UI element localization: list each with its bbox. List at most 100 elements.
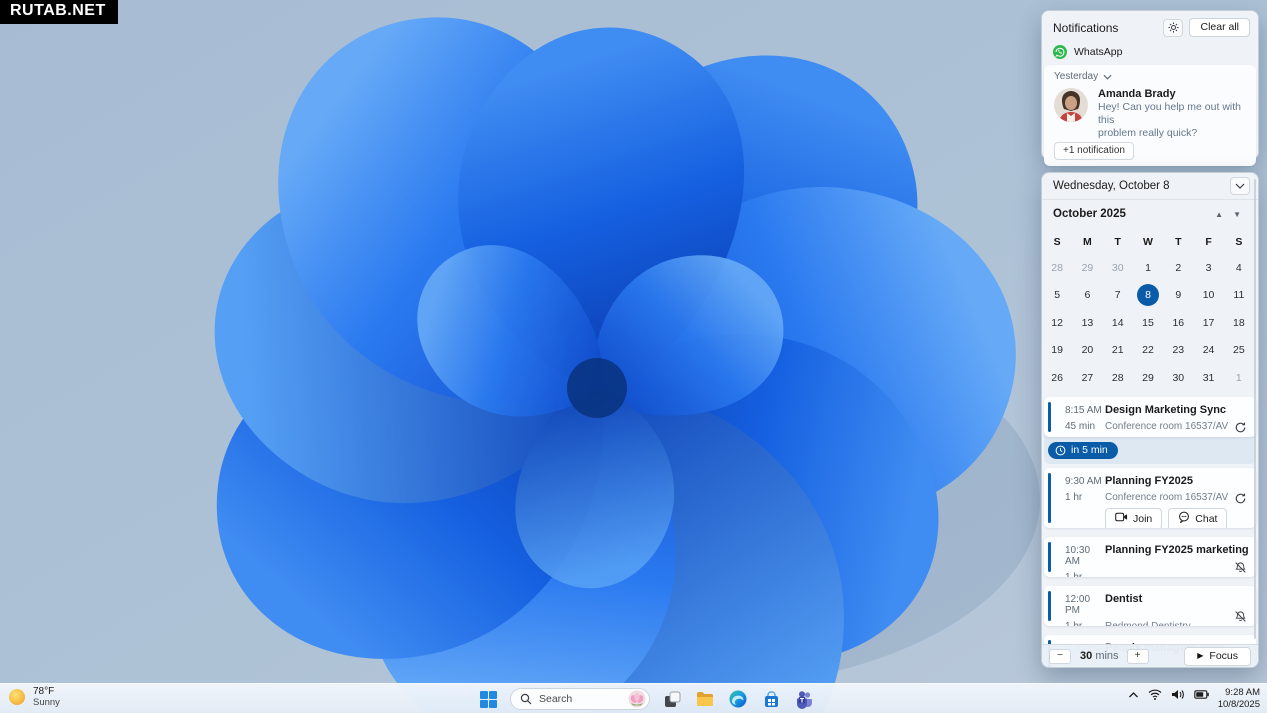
notification-settings-button[interactable] bbox=[1163, 18, 1184, 37]
calendar-day-number: 6 bbox=[1084, 289, 1091, 302]
calendar-day[interactable]: 22 bbox=[1133, 337, 1163, 365]
calendar-day[interactable]: 30 bbox=[1103, 254, 1133, 282]
calendar-date-label: Wednesday, October 8 bbox=[1053, 180, 1170, 192]
calendar-day[interactable]: 4 bbox=[1224, 254, 1254, 282]
calendar-day[interactable]: 2 bbox=[1163, 254, 1193, 282]
calendar-day[interactable]: 6 bbox=[1072, 282, 1102, 310]
calendar-day[interactable]: 26 bbox=[1042, 364, 1072, 392]
calendar-day[interactable]: 11 bbox=[1224, 282, 1254, 310]
event-accent-bar bbox=[1048, 542, 1051, 572]
calendar-day-number: 7 bbox=[1114, 289, 1121, 302]
calendar-day-number: 5 bbox=[1054, 289, 1061, 302]
file-explorer-icon bbox=[697, 692, 713, 706]
notification-settings-icon bbox=[1168, 22, 1179, 33]
start-button[interactable] bbox=[477, 688, 499, 710]
calendar-day[interactable]: 3 bbox=[1193, 254, 1223, 282]
focus-start-button[interactable]: ▶ Focus bbox=[1184, 646, 1251, 666]
store-icon bbox=[764, 690, 778, 707]
calendar-day[interactable]: 19 bbox=[1042, 337, 1072, 365]
weather-temp: 78°F bbox=[33, 686, 55, 697]
calendar-next-month-button[interactable]: ▼ bbox=[1228, 208, 1246, 221]
calendar-day[interactable]: 15 bbox=[1133, 309, 1163, 337]
upcoming-badge[interactable]: in 5 min bbox=[1048, 442, 1118, 459]
calendar-month-row: October 2025 ▲ ▼ bbox=[1042, 200, 1258, 228]
search-icon bbox=[520, 693, 532, 705]
notifications-title: Notifications bbox=[1053, 20, 1119, 35]
calendar-day[interactable]: 21 bbox=[1103, 337, 1133, 365]
calendar-day[interactable]: 20 bbox=[1072, 337, 1102, 365]
calendar-day[interactable]: 27 bbox=[1072, 364, 1102, 392]
calendar-date-header: Wednesday, October 8 bbox=[1042, 173, 1258, 200]
clock-date: 10/8/2025 bbox=[1217, 699, 1260, 710]
calendar-day[interactable]: 14 bbox=[1103, 309, 1133, 337]
event-card[interactable]: 12:00 PM Dentist 1 hrRedmond Dentistry bbox=[1044, 586, 1256, 626]
calendar-day[interactable]: 28 bbox=[1042, 254, 1072, 282]
chevron-down-icon bbox=[1103, 74, 1112, 80]
event-card[interactable]: 8:15 AM Design Marketing Sync 45 min Confer… bbox=[1044, 397, 1256, 437]
calendar-day[interactable]: 23 bbox=[1163, 337, 1193, 365]
event-card[interactable]: 10:30 AM Planning FY2025 marketing 1 hr bbox=[1044, 537, 1256, 577]
calendar-day[interactable]: 28 bbox=[1103, 364, 1133, 392]
calendar-month-label: October 2025 bbox=[1053, 208, 1126, 220]
chevron-up-icon[interactable] bbox=[1128, 691, 1139, 699]
calendar-day[interactable]: 5 bbox=[1042, 282, 1072, 310]
calendar-event-list: 8:15 AM Design Marketing Sync 45 min Confer… bbox=[1042, 397, 1258, 667]
calendar-day[interactable]: 18 bbox=[1224, 309, 1254, 337]
calendar-day-selected[interactable]: 8 bbox=[1133, 282, 1163, 310]
calendar-day[interactable]: 10 bbox=[1193, 282, 1223, 310]
calendar-day[interactable]: 16 bbox=[1163, 309, 1193, 337]
calendar-day[interactable]: 7 bbox=[1103, 282, 1133, 310]
calendar-day-number: 25 bbox=[1233, 344, 1245, 357]
event-location: Conference room 16537/AV bbox=[1105, 492, 1229, 503]
microsoft-store-button[interactable] bbox=[760, 688, 782, 710]
system-tray bbox=[1128, 689, 1209, 700]
focus-decrease-button[interactable]: − bbox=[1049, 648, 1071, 664]
event-location: Conference room 16537/AV bbox=[1105, 421, 1229, 432]
calendar-prev-month-button[interactable]: ▲ bbox=[1210, 208, 1228, 221]
edge-browser-button[interactable] bbox=[727, 688, 749, 710]
wifi-icon[interactable] bbox=[1148, 689, 1162, 700]
notification-group-row[interactable]: Yesterday bbox=[1054, 71, 1246, 82]
taskbar-clock[interactable]: 9:28 AM 10/8/2025 bbox=[1218, 687, 1260, 711]
calendar-day[interactable]: 17 bbox=[1193, 309, 1223, 337]
battery-icon[interactable] bbox=[1194, 690, 1209, 699]
site-watermark: RUTAB.NET bbox=[0, 0, 118, 24]
calendar-day[interactable]: 30 bbox=[1163, 364, 1193, 392]
focus-increase-button[interactable]: + bbox=[1126, 648, 1149, 664]
event-list-scrollbar[interactable] bbox=[1254, 179, 1256, 639]
weekday-label: F bbox=[1205, 236, 1212, 248]
volume-icon[interactable] bbox=[1171, 689, 1185, 700]
teams-button[interactable] bbox=[793, 688, 815, 710]
task-view-button[interactable] bbox=[661, 688, 683, 710]
calendar-day[interactable]: 29 bbox=[1133, 364, 1163, 392]
calendar-collapse-button[interactable] bbox=[1230, 177, 1250, 195]
event-card[interactable]: 9:30 AM Planning FY2025 1 hr Conference roo… bbox=[1044, 468, 1256, 528]
calendar-day[interactable]: 12 bbox=[1042, 309, 1072, 337]
file-explorer-button[interactable] bbox=[694, 688, 716, 710]
more-notifications-button[interactable]: +1 notification bbox=[1054, 142, 1134, 160]
calendar-day[interactable]: 1 bbox=[1224, 364, 1254, 392]
calendar-day[interactable]: 1 bbox=[1133, 254, 1163, 282]
join-button[interactable]: Join bbox=[1105, 508, 1163, 528]
notification-card[interactable]: Yesterday Amanda Brady Hey! Can you help… bbox=[1044, 65, 1256, 166]
clear-all-button[interactable]: Clear all bbox=[1189, 18, 1250, 37]
calendar-day[interactable]: 29 bbox=[1072, 254, 1102, 282]
calendar-day-number: 10 bbox=[1202, 289, 1215, 302]
calendar-day[interactable]: 31 bbox=[1193, 364, 1223, 392]
calendar-day[interactable]: 13 bbox=[1072, 309, 1102, 337]
calendar-day[interactable]: 25 bbox=[1224, 337, 1254, 365]
edge-icon bbox=[729, 690, 747, 708]
bing-daily-flower-icon bbox=[628, 690, 646, 708]
task-view-icon bbox=[664, 691, 680, 707]
camera-icon bbox=[1115, 512, 1128, 525]
search-box[interactable]: Search bbox=[510, 688, 650, 710]
event-duration: 1 hr bbox=[1065, 572, 1105, 577]
calendar-day[interactable]: 24 bbox=[1193, 337, 1223, 365]
event-duration: 45 min bbox=[1065, 421, 1096, 432]
notification-app-group[interactable]: WhatsApp bbox=[1042, 41, 1258, 64]
widgets-weather-button[interactable]: 78°F Sunny bbox=[7, 686, 60, 708]
chat-button[interactable]: Chat bbox=[1168, 508, 1228, 528]
notification-message-line1: Hey! Can you help me out with this bbox=[1098, 101, 1241, 126]
calendar-day[interactable]: 9 bbox=[1163, 282, 1193, 310]
calendar-day-number: 3 bbox=[1205, 261, 1212, 274]
